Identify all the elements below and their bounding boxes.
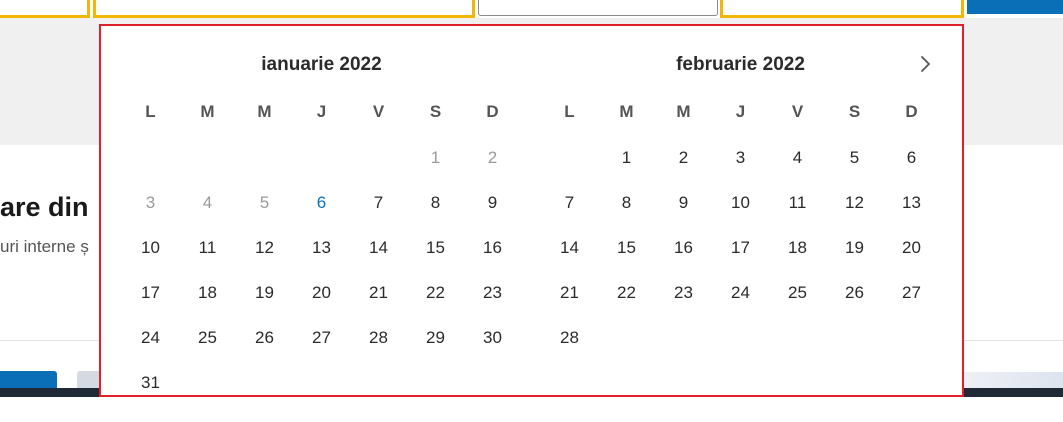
chevron-right-icon — [918, 55, 932, 78]
day-cell[interactable]: 20 — [293, 282, 350, 327]
day-cell[interactable]: 23 — [655, 282, 712, 327]
date-picker-popup: ianuarie 2022 LMMJVSD 1 2 3 4 5 6 7 8 9 10 11 12 13 1… — [99, 24, 964, 397]
day-cell[interactable]: 18 — [179, 282, 236, 327]
day-cell[interactable]: 4 — [769, 147, 826, 192]
search-bar — [0, 0, 1063, 18]
empty-day-cell — [350, 147, 407, 192]
day-cell[interactable]: 3 — [122, 192, 179, 237]
day-cell[interactable]: 1 — [407, 147, 464, 192]
day-cell[interactable]: 6 — [883, 147, 940, 192]
day-cell[interactable]: 4 — [179, 192, 236, 237]
day-cell[interactable]: 19 — [236, 282, 293, 327]
weekday-header: LMMJVSD — [122, 102, 521, 122]
search-button[interactable] — [967, 0, 1063, 14]
day-cell[interactable]: 1 — [598, 147, 655, 192]
weekday-label: D — [486, 102, 499, 121]
day-cell[interactable]: 25 — [769, 282, 826, 327]
day-cell[interactable]: 24 — [122, 327, 179, 372]
day-cell[interactable]: 9 — [464, 192, 521, 237]
next-month-button[interactable] — [913, 54, 937, 78]
weekday-label: D — [905, 102, 918, 121]
day-cell[interactable]: 28 — [350, 327, 407, 372]
day-cell[interactable]: 27 — [883, 282, 940, 327]
day-cell[interactable]: 21 — [350, 282, 407, 327]
day-grid: 1 2 3 4 5 6 7 8 9 10 11 12 13 14 15 16 17 18 19 20 21 22 23 24 2… — [122, 147, 521, 395]
weekday-header: LMMJVSD — [541, 102, 940, 122]
day-cell[interactable]: 10 — [122, 237, 179, 282]
empty-day-cell — [236, 147, 293, 192]
day-cell[interactable]: 21 — [541, 282, 598, 327]
day-cell[interactable]: 16 — [464, 237, 521, 282]
day-cell[interactable]: 17 — [712, 237, 769, 282]
weekday-label: L — [145, 102, 156, 121]
day-cell[interactable]: 26 — [826, 282, 883, 327]
weekday-label: M — [257, 102, 272, 121]
empty-day-cell — [122, 147, 179, 192]
weekday-label: M — [619, 102, 634, 121]
day-cell[interactable]: 30 — [464, 327, 521, 372]
day-cell[interactable]: 3 — [712, 147, 769, 192]
day-cell[interactable]: 14 — [350, 237, 407, 282]
day-cell[interactable]: 13 — [293, 237, 350, 282]
day-cell[interactable]: 19 — [826, 237, 883, 282]
day-cell[interactable]: 25 — [179, 327, 236, 372]
month-title: ianuarie 2022 — [261, 54, 382, 75]
day-cell[interactable]: 12 — [826, 192, 883, 237]
day-cell[interactable]: 12 — [236, 237, 293, 282]
weekday-label: S — [429, 102, 442, 121]
month-title: februarie 2022 — [676, 54, 805, 75]
day-cell[interactable]: 28 — [541, 327, 598, 372]
day-cell[interactable]: 9 — [655, 192, 712, 237]
day-cell[interactable]: 11 — [179, 237, 236, 282]
day-cell[interactable]: 5 — [236, 192, 293, 237]
day-cell[interactable]: 2 — [464, 147, 521, 192]
weekday-label: M — [676, 102, 691, 121]
weekday-label: J — [735, 102, 746, 121]
empty-day-cell — [541, 147, 598, 192]
day-cell[interactable]: 15 — [407, 237, 464, 282]
day-cell[interactable]: 7 — [350, 192, 407, 237]
day-cell[interactable]: 27 — [293, 327, 350, 372]
day-cell[interactable]: 17 — [122, 282, 179, 327]
day-cell[interactable]: 8 — [407, 192, 464, 237]
day-cell[interactable]: 22 — [407, 282, 464, 327]
search-field-origin[interactable] — [0, 0, 90, 18]
day-cell[interactable]: 22 — [598, 282, 655, 327]
weekday-label: J — [316, 102, 327, 121]
weekday-label: V — [791, 102, 804, 121]
section-heading: are din — [0, 192, 89, 222]
day-cell[interactable]: 10 — [712, 192, 769, 237]
weekday-label: V — [372, 102, 385, 121]
day-grid: 1 2 3 4 5 6 7 8 9 10 11 12 13 14 15 16 17 18 19 20 21 22 23 24 2… — [541, 147, 940, 372]
search-field-destination[interactable] — [93, 0, 475, 18]
day-cell[interactable]: 14 — [541, 237, 598, 282]
day-cell[interactable]: 31 — [122, 372, 179, 395]
weekday-label: L — [564, 102, 575, 121]
day-cell[interactable]: 29 — [407, 327, 464, 372]
section-subtext: uri interne ș — [0, 237, 89, 256]
day-cell[interactable]: 26 — [236, 327, 293, 372]
search-field-date[interactable] — [478, 0, 718, 16]
day-cell[interactable]: 8 — [598, 192, 655, 237]
weekday-label: M — [200, 102, 215, 121]
day-cell[interactable]: 15 — [598, 237, 655, 282]
day-cell[interactable]: 23 — [464, 282, 521, 327]
day-cell[interactable]: 2 — [655, 147, 712, 192]
weekday-label: S — [848, 102, 861, 121]
day-cell[interactable]: 18 — [769, 237, 826, 282]
search-field-passengers[interactable] — [720, 0, 964, 18]
day-cell[interactable]: 24 — [712, 282, 769, 327]
day-cell[interactable]: 20 — [883, 237, 940, 282]
day-cell[interactable]: 11 — [769, 192, 826, 237]
day-cell[interactable]: 13 — [883, 192, 940, 237]
day-cell[interactable]: 16 — [655, 237, 712, 282]
empty-day-cell — [179, 147, 236, 192]
empty-day-cell — [293, 147, 350, 192]
day-cell[interactable]: 7 — [541, 192, 598, 237]
day-cell[interactable]: 6 — [293, 192, 350, 237]
day-cell[interactable]: 5 — [826, 147, 883, 192]
